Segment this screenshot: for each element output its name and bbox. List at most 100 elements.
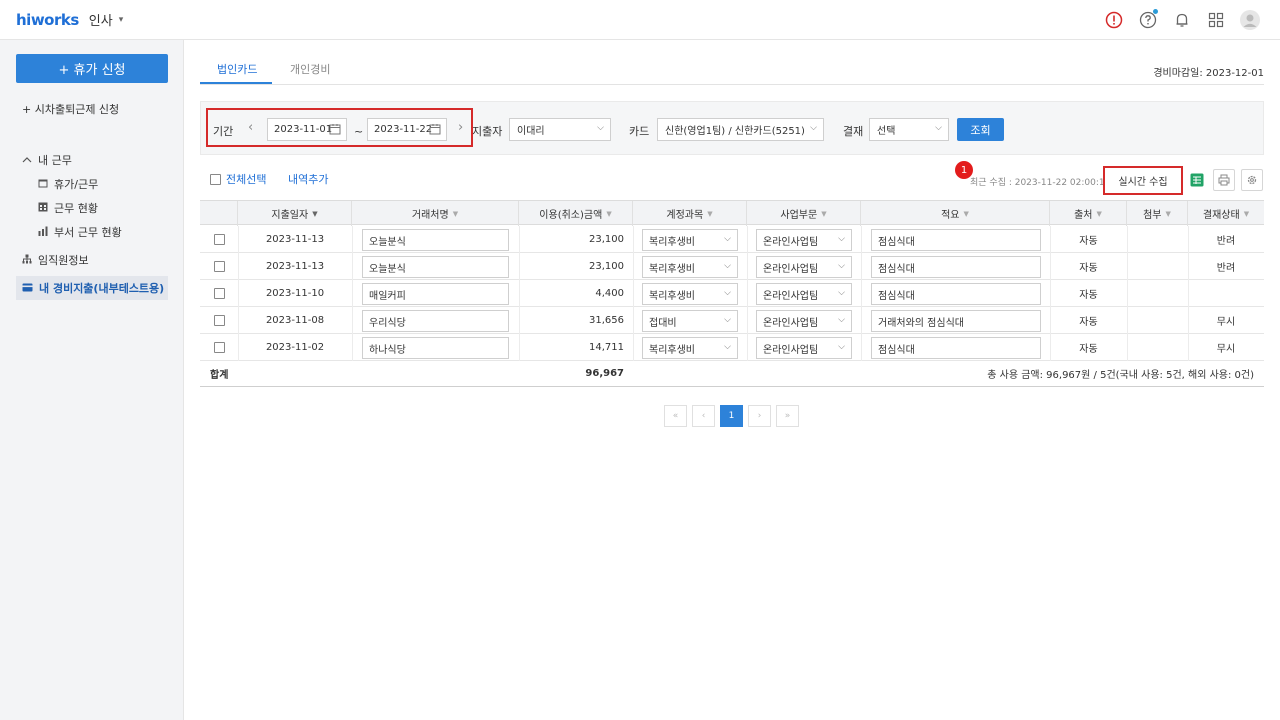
row-checkbox[interactable] <box>214 253 225 280</box>
excel-icon[interactable] <box>1186 169 1208 191</box>
chevron-down-icon: ⌵ <box>724 288 731 298</box>
tab-corporate-card[interactable]: 법인카드 <box>217 61 257 77</box>
row-checkbox[interactable] <box>214 334 225 361</box>
vendor-value: 오늘분식 <box>369 236 406 248</box>
account-select[interactable]: 복리후생비 ⌵ <box>642 229 738 251</box>
column-divider <box>861 280 862 307</box>
chevron-down-icon: ⌵ <box>597 123 604 133</box>
chevron-down-icon[interactable]: ▾ <box>119 15 124 25</box>
tab-bar: 법인카드 개인경비 <box>200 55 1264 85</box>
account-select[interactable]: 복리후생비 ⌵ <box>642 337 738 359</box>
approval-select[interactable]: 선택 ⌵ <box>869 118 949 141</box>
notification-dot <box>1153 9 1158 14</box>
division-select[interactable]: 온라인사업팀 ⌵ <box>756 337 852 359</box>
division-select[interactable]: 온라인사업팀 ⌵ <box>756 283 852 305</box>
sidebar-item-my-expenses[interactable]: 내 경비지출(내부테스트용) <box>16 276 168 300</box>
checkbox[interactable] <box>214 315 225 326</box>
header-attach[interactable]: 첨부 ▼ <box>1127 201 1188 226</box>
avatar[interactable] <box>1238 8 1262 32</box>
chevron-up-icon <box>22 154 32 167</box>
select-all-checkbox[interactable]: 전체선택 <box>210 171 266 187</box>
division-value: 온라인사업팀 <box>763 263 819 275</box>
header-division[interactable]: 사업부문 ▼ <box>747 201 861 226</box>
division-select[interactable]: 온라인사업팀 ⌵ <box>756 256 852 278</box>
vendor-input[interactable]: 매일커피 <box>362 283 509 305</box>
checkbox[interactable] <box>214 261 225 272</box>
division-select[interactable]: 온라인사업팀 ⌵ <box>756 229 852 251</box>
bell-icon[interactable] <box>1170 8 1194 32</box>
column-divider <box>747 307 748 334</box>
row-checkbox[interactable] <box>214 226 225 253</box>
select-all-label[interactable]: 전체선택 <box>226 171 266 187</box>
table-row[interactable]: 2023-11-02 하나식당 14,711 복리후생비 ⌵ 온라인사업팀 ⌵ 점심식대 자동 무… <box>200 334 1264 361</box>
first-page-button[interactable]: « <box>664 405 687 427</box>
header-memo[interactable]: 적요 ▼ <box>861 201 1050 226</box>
row-attach <box>1127 253 1188 280</box>
sidebar-item-leave-work[interactable]: 휴가/근무 <box>38 176 98 192</box>
prev-page-button[interactable]: ‹ <box>692 405 715 427</box>
row-checkbox[interactable] <box>214 280 225 307</box>
chevron-down-icon: ⌵ <box>838 315 845 325</box>
row-attach <box>1127 307 1188 334</box>
vendor-value: 우리식당 <box>369 317 406 329</box>
row-attach <box>1127 280 1188 307</box>
account-select[interactable]: 접대비 ⌵ <box>642 310 738 332</box>
checkbox[interactable] <box>214 234 225 245</box>
account-select[interactable]: 복리후생비 ⌵ <box>642 283 738 305</box>
memo-input[interactable]: 점심식대 <box>871 256 1041 278</box>
table-row[interactable]: 2023-11-08 우리식당 31,656 접대비 ⌵ 온라인사업팀 ⌵ 거래처와의 점심식… <box>200 307 1264 334</box>
page-1-button[interactable]: 1 <box>720 405 743 427</box>
row-checkbox[interactable] <box>214 307 225 334</box>
last-page-button[interactable]: » <box>776 405 799 427</box>
checkbox[interactable] <box>214 288 225 299</box>
header-account[interactable]: 계정과목 ▼ <box>633 201 747 226</box>
add-item-link[interactable]: 내역추가 <box>288 171 328 187</box>
vendor-input[interactable]: 우리식당 <box>362 310 509 332</box>
help-icon[interactable] <box>1136 8 1160 32</box>
account-select[interactable]: 복리후생비 ⌵ <box>642 256 738 278</box>
card-select[interactable]: 신한(영업1팀) / 신한카드(5251) ⌵ <box>657 118 824 141</box>
print-icon[interactable] <box>1213 169 1235 191</box>
memo-value: 점심식대 <box>878 263 915 275</box>
sidebar-item-flex-request[interactable]: + 시차출퇴근제 신청 <box>22 101 119 117</box>
period-highlight-box <box>206 108 473 147</box>
table-row[interactable]: 2023-11-13 오늘분식 23,100 복리후생비 ⌵ 온라인사업팀 ⌵ 점심식대 자동 반… <box>200 226 1264 253</box>
logo[interactable]: hiworks <box>16 11 79 29</box>
division-select[interactable]: 온라인사업팀 ⌵ <box>756 310 852 332</box>
spender-select[interactable]: 이대리 ⌵ <box>509 118 611 141</box>
column-divider <box>747 253 748 280</box>
apps-grid-icon[interactable] <box>1204 8 1228 32</box>
header-source[interactable]: 출처 ▼ <box>1050 201 1127 226</box>
tab-personal-expense[interactable]: 개인경비 <box>290 61 330 77</box>
table-row[interactable]: 2023-11-10 매일커피 4,400 복리후생비 ⌵ 온라인사업팀 ⌵ 점심식대 자동 <box>200 280 1264 307</box>
checkbox[interactable] <box>214 342 225 353</box>
app-switcher[interactable]: 인사 <box>89 10 113 29</box>
search-button[interactable]: 조회 <box>957 118 1004 141</box>
header-amount[interactable]: 이용(취소)금액 ▼ <box>519 201 633 226</box>
sidebar-item-dept-work-status[interactable]: 부서 근무 현황 <box>38 224 122 240</box>
header-status[interactable]: 결재상태 ▼ <box>1188 201 1264 226</box>
vendor-input[interactable]: 오늘분식 <box>362 256 509 278</box>
gear-icon[interactable] <box>1241 169 1263 191</box>
memo-input[interactable]: 점심식대 <box>871 337 1041 359</box>
sidebar: + 휴가 신청 + 시차출퇴근제 신청 내 근무 휴가/근무 근무 현황 부서 … <box>0 40 184 720</box>
next-page-button[interactable]: › <box>748 405 771 427</box>
vendor-input[interactable]: 하나식당 <box>362 337 509 359</box>
request-leave-button[interactable]: + 휴가 신청 <box>16 54 168 83</box>
sidebar-item-employee-info[interactable]: 임직원정보 <box>22 252 89 268</box>
table-row[interactable]: 2023-11-13 오늘분식 23,100 복리후생비 ⌵ 온라인사업팀 ⌵ 점심식대 자동 반… <box>200 253 1264 280</box>
chevron-down-icon: ⌵ <box>838 234 845 244</box>
sidebar-section-my-work[interactable]: 내 근무 <box>22 152 72 168</box>
alert-icon[interactable] <box>1102 8 1126 32</box>
checkbox[interactable] <box>210 173 221 185</box>
memo-input[interactable]: 거래처와의 점심식대 <box>871 310 1041 332</box>
sidebar-item-work-status[interactable]: 근무 현황 <box>38 200 98 216</box>
column-divider <box>352 280 353 307</box>
header-vendor[interactable]: 거래처명 ▼ <box>352 201 519 226</box>
header-date[interactable]: 지출일자 ▼ <box>238 201 352 226</box>
vendor-input[interactable]: 오늘분식 <box>362 229 509 251</box>
memo-input[interactable]: 점심식대 <box>871 229 1041 251</box>
realtime-collect-button[interactable]: 실시간 수집 <box>1103 166 1183 195</box>
memo-input[interactable]: 점심식대 <box>871 283 1041 305</box>
column-divider <box>861 334 862 361</box>
